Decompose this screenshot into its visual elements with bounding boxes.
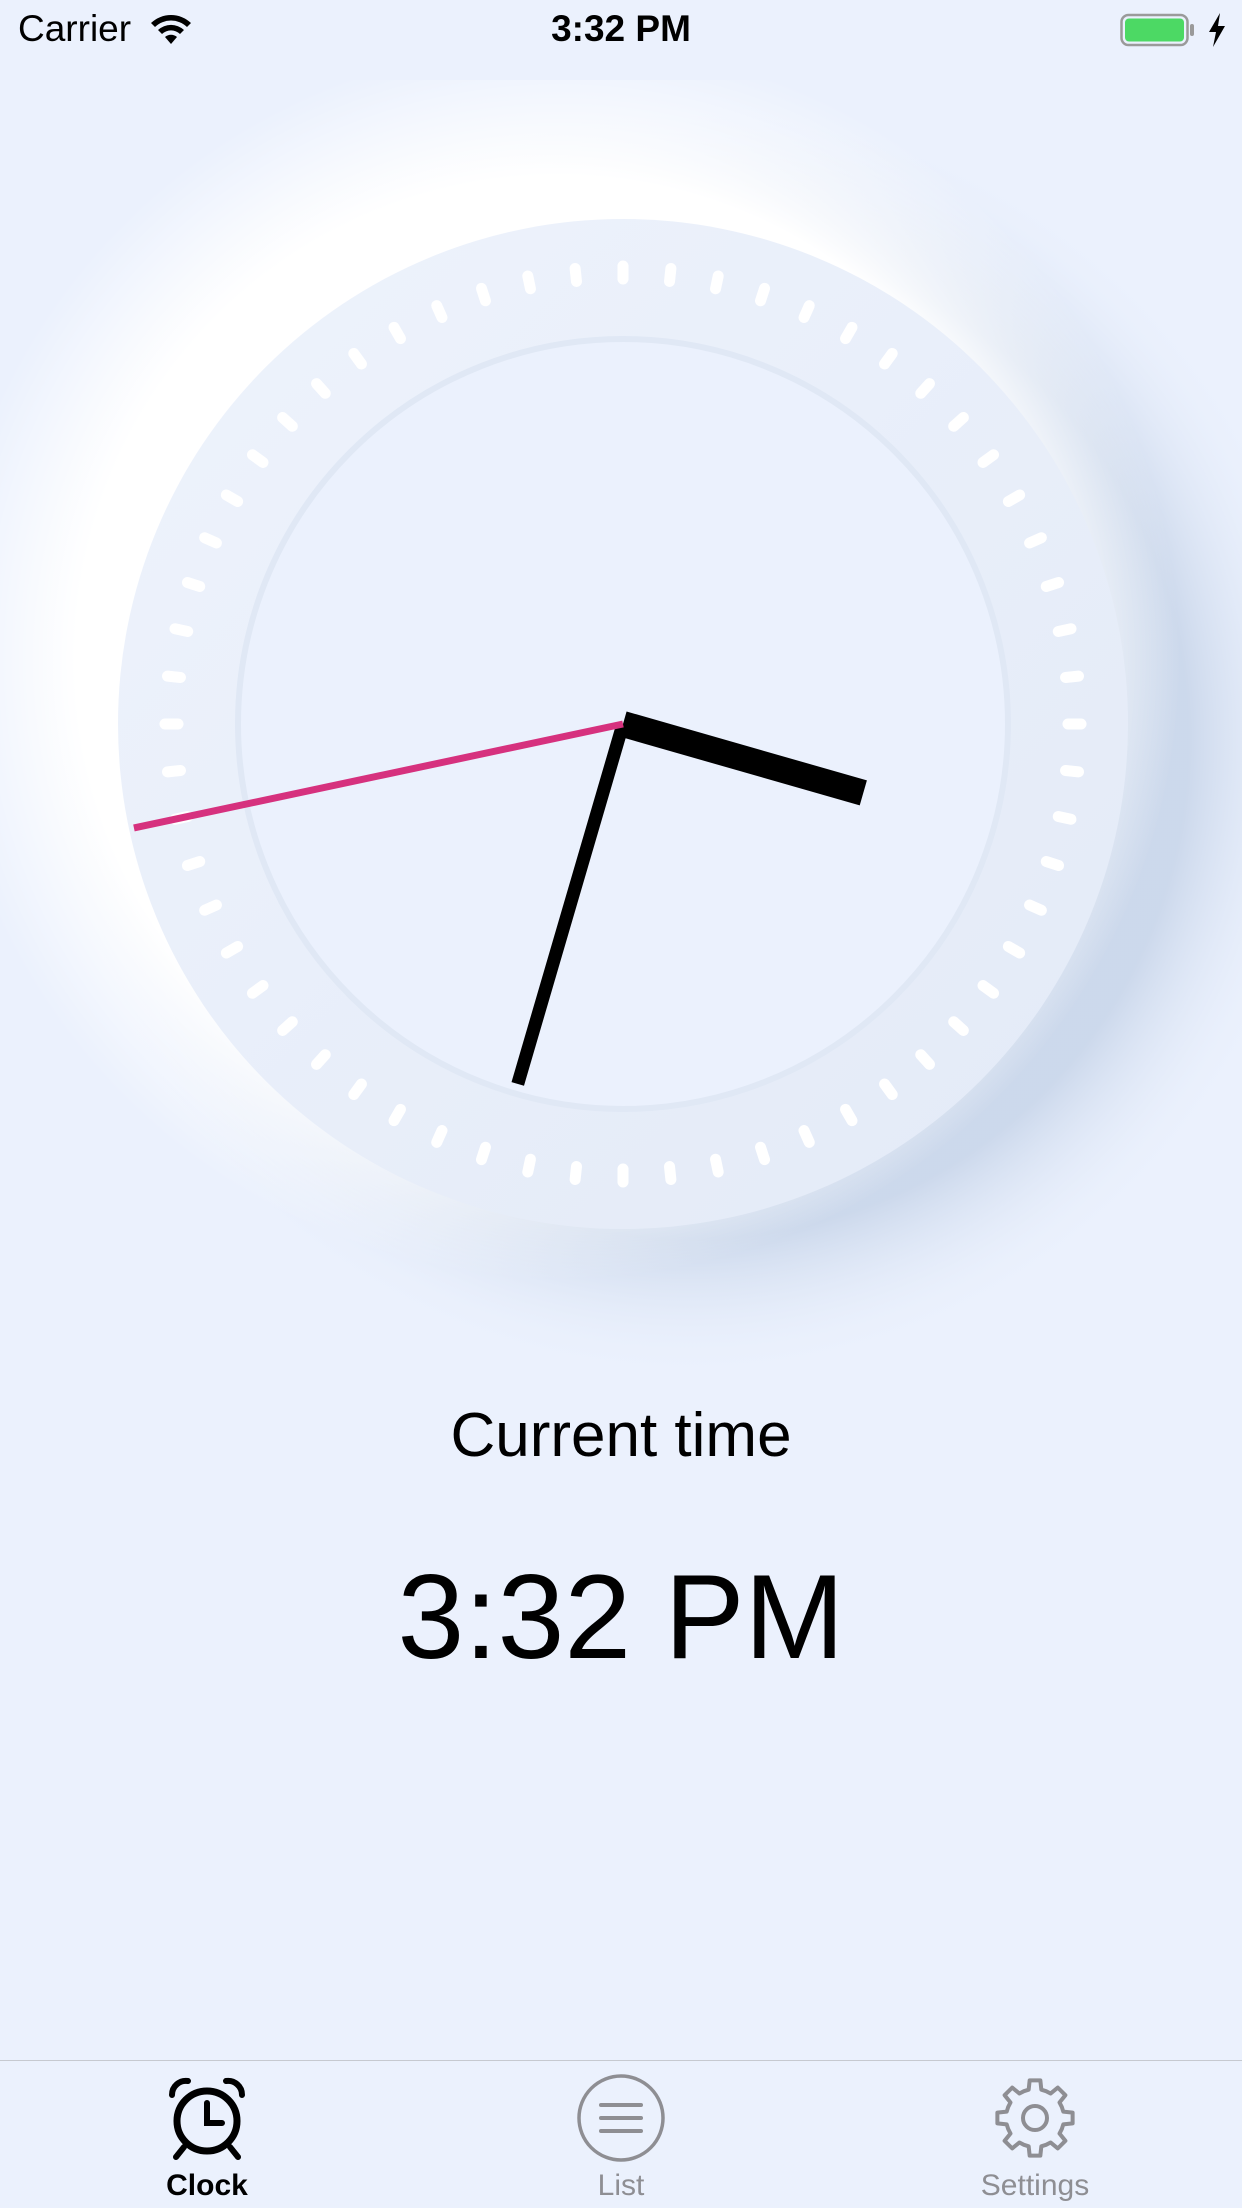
clock-tick <box>664 1161 677 1185</box>
clock-tick <box>1052 811 1077 825</box>
clock-tick <box>348 1078 367 1101</box>
status-bar: Carrier 3:32 PM <box>0 0 1242 62</box>
clock-tick <box>710 270 724 295</box>
clock-tick <box>311 1049 331 1070</box>
clock-tick <box>840 1103 858 1127</box>
clock-tick <box>1040 856 1065 872</box>
clock-tick <box>915 378 935 399</box>
tab-bar: Clock List Settings <box>0 2060 1242 2208</box>
list-icon <box>577 2074 665 2162</box>
clock-tick <box>755 1141 771 1166</box>
clock-tick <box>220 941 244 959</box>
clock-tick <box>879 347 898 370</box>
clock-tick <box>475 1141 491 1166</box>
tab-label: Settings <box>980 2169 1090 2202</box>
clock-tick <box>1002 941 1026 959</box>
clock-tick <box>181 576 206 592</box>
gear-outline <box>995 2078 1075 2158</box>
clock-tick <box>948 1016 969 1036</box>
clock-tick <box>569 263 582 287</box>
clock-tick <box>522 270 536 295</box>
clock-tick <box>798 1125 815 1148</box>
analog-clock <box>0 80 1242 1380</box>
clock-tick <box>162 765 186 778</box>
clock-tick <box>431 300 448 323</box>
clock-tick <box>1024 532 1047 549</box>
clock-tick <box>664 263 677 287</box>
clock-tick <box>1040 576 1065 592</box>
gear-icon <box>995 2078 1075 2158</box>
tab-list[interactable]: List <box>414 2061 828 2208</box>
clock-tick <box>246 980 269 999</box>
clock-tick <box>1002 489 1026 507</box>
clock-tick <box>977 980 1000 999</box>
clock-tick <box>977 449 1000 468</box>
screen: Carrier 3:32 PM Current time 3:32 PM Clo… <box>0 0 1242 2208</box>
clock-tick <box>1024 899 1047 916</box>
clock-tick <box>311 378 331 399</box>
clock-tick <box>277 412 298 432</box>
clock-tick <box>915 1049 935 1070</box>
clock-tick <box>388 1103 406 1127</box>
clock-tick <box>840 321 858 345</box>
clock-tick <box>181 856 206 872</box>
clock-tick <box>1060 765 1084 778</box>
clock-tick <box>431 1125 448 1148</box>
clock-tick <box>246 449 269 468</box>
tab-label: Clock <box>166 2169 248 2202</box>
clock-tick <box>948 412 969 432</box>
tab-clock[interactable]: Clock <box>0 2061 414 2208</box>
clock-tick <box>348 347 367 370</box>
clock-tick <box>162 670 186 683</box>
clock-tick <box>798 300 815 323</box>
battery-icon <box>1120 13 1194 47</box>
clock-tick <box>710 1153 724 1178</box>
clock-tick <box>199 899 222 916</box>
clock-tick <box>879 1078 898 1101</box>
clock-tick <box>220 489 244 507</box>
clock-tick <box>1060 670 1084 683</box>
current-time-display: 3:32 PM <box>397 1550 845 1684</box>
clock-tick <box>522 1153 536 1178</box>
tab-settings[interactable]: Settings <box>828 2061 1242 2208</box>
clock-tick <box>277 1016 298 1036</box>
alarm-clock-icon <box>168 2077 246 2160</box>
clock-tick <box>1052 623 1077 637</box>
clock-tick <box>475 282 491 307</box>
clock-tick <box>169 623 194 637</box>
status-time: 3:32 PM <box>551 8 691 49</box>
current-time-caption: Current time <box>450 1401 792 1470</box>
clock-tick <box>755 282 771 307</box>
tab-label: List <box>597 2169 645 2202</box>
bolt-icon <box>1209 13 1225 47</box>
clock-tick <box>388 321 406 345</box>
clock-tick <box>199 532 222 549</box>
clock-tick <box>569 1161 582 1185</box>
